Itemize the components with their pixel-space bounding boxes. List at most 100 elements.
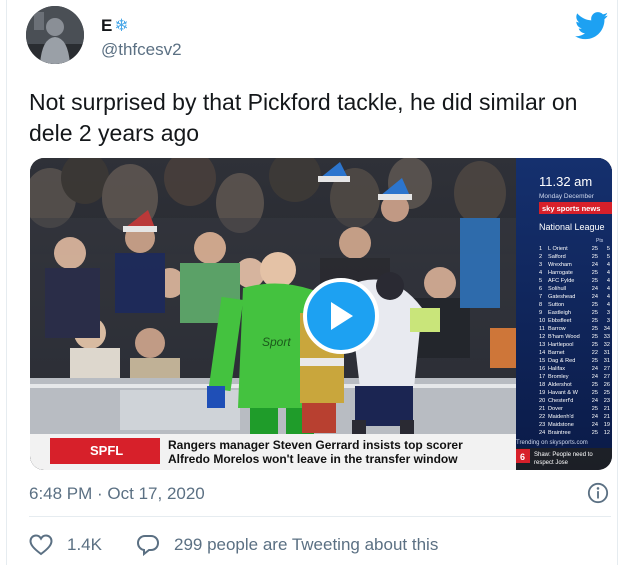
table-points: 31: [604, 350, 610, 356]
table-team: Dover: [548, 406, 563, 412]
table-team: Barrow: [548, 326, 567, 332]
tweet-timestamp[interactable]: 6:48 PM · Oct 17, 2020: [29, 484, 205, 504]
table-pos: 14: [539, 350, 545, 356]
table-team: B'ham Wood: [548, 334, 580, 340]
table-header: Pts: [596, 238, 604, 244]
table-pos: 15: [539, 358, 545, 364]
table-points: 5: [607, 254, 610, 260]
table-team: Havant & W: [548, 390, 579, 396]
table-played: 24: [592, 374, 598, 380]
table-played: 24: [592, 366, 598, 372]
table-played: 24: [592, 422, 598, 428]
table-played: 25: [592, 334, 598, 340]
table-points: 27: [604, 366, 610, 372]
table-pos: 7: [539, 294, 542, 300]
twitter-bird-icon[interactable]: [575, 12, 609, 40]
table-points: 32: [604, 342, 610, 348]
table-played: 25: [592, 246, 598, 252]
table-points: 3: [607, 318, 610, 324]
tweet-card: E ❄ @thfcesv2 Not surprised by that Pickf…: [6, 0, 618, 565]
trending-label: Trending on skysports.com: [516, 440, 588, 446]
ticker-line-2: Alfredo Morelos won't leave in the trans…: [168, 452, 458, 466]
info-icon[interactable]: [587, 482, 609, 504]
table-played: 25: [592, 254, 598, 260]
table-points: 4: [607, 294, 610, 300]
table-played: 25: [592, 382, 598, 388]
table-played: 24: [592, 294, 598, 300]
table-pos: 24: [539, 430, 545, 436]
table-team: Hartlepool: [548, 342, 574, 348]
table-pos: 9: [539, 310, 542, 316]
trending-headline-2: respect Jose: [534, 460, 569, 466]
table-team: Braintree: [548, 430, 571, 436]
table-pos: 16: [539, 366, 545, 372]
table-points: 34: [604, 326, 610, 332]
table-points: 27: [604, 374, 610, 380]
table-pos: 18: [539, 382, 545, 388]
heart-icon[interactable]: [29, 534, 53, 556]
table-played: 24: [592, 414, 598, 420]
table-points: 12: [604, 430, 610, 436]
table-pos: 12: [539, 334, 545, 340]
shirt-logo-text: Sport: [262, 335, 291, 349]
table-pos: 5: [539, 278, 542, 284]
table-pos: 20: [539, 398, 545, 404]
tweet-text: Not surprised by that Pickford tackle, h…: [29, 89, 578, 146]
like-count[interactable]: 1.4K: [67, 535, 102, 555]
table-points: 4: [607, 278, 610, 284]
table-played: 25: [592, 406, 598, 412]
display-name[interactable]: E ❄: [101, 16, 129, 36]
video-player[interactable]: Sport 11.32 am Monday December sky sport…: [30, 158, 612, 470]
table-played: 24: [592, 286, 598, 292]
table-points: 5: [607, 246, 610, 252]
table-points: 4: [607, 270, 610, 276]
table-team: Ebbsfleet: [548, 318, 572, 324]
table-pos: 21: [539, 406, 545, 412]
table-team: AFC Fylde: [548, 278, 574, 284]
reply-bubble-icon[interactable]: [136, 534, 160, 556]
day-text: Monday December: [539, 193, 595, 200]
channel-text: sky sports news: [542, 204, 600, 213]
table-played: 25: [592, 318, 598, 324]
play-button[interactable]: [303, 278, 379, 354]
trending-headline-1: Shaw: People need to: [534, 452, 593, 458]
table-points: 3: [607, 310, 610, 316]
table-points: 31: [604, 358, 610, 364]
table-pos: 3: [539, 262, 542, 268]
table-team: Bromley: [548, 374, 569, 380]
table-played: 25: [592, 310, 598, 316]
snowflake-emoji: ❄: [114, 16, 129, 35]
table-played: 25: [592, 430, 598, 436]
user-handle[interactable]: @thfcesv2: [101, 40, 182, 60]
table-pos: 13: [539, 342, 545, 348]
table-pos: 4: [539, 270, 542, 276]
table-pos: 1: [539, 246, 542, 252]
table-pos: 22: [539, 414, 545, 420]
table-team: Eastleigh: [548, 310, 571, 316]
avatar[interactable]: [26, 6, 84, 64]
table-team: Aldershot: [548, 382, 572, 388]
table-points: 4: [607, 302, 610, 308]
table-played: 25: [592, 278, 598, 284]
table-points: 4: [607, 262, 610, 268]
table-pos: 19: [539, 390, 545, 396]
table-pos: 11: [539, 326, 545, 332]
table-pos: 10: [539, 318, 545, 324]
table-pos: 17: [539, 374, 545, 380]
avatar-image: [26, 6, 84, 64]
tweeting-about-link[interactable]: 299 people are Tweeting about this: [174, 535, 438, 555]
table-team: Wrexham: [548, 262, 572, 268]
table-team: Harrogate: [548, 270, 573, 276]
table-team: Halifax: [548, 366, 565, 372]
table-played: 25: [592, 390, 598, 396]
table-played: 24: [592, 262, 598, 268]
table-team: L Orient: [548, 246, 568, 252]
table-team: Dag & Red: [548, 358, 575, 364]
trending-number: 6: [520, 452, 525, 462]
table-points: 21: [604, 414, 610, 420]
play-icon: [331, 302, 353, 330]
table-played: 25: [592, 302, 598, 308]
table-points: 4: [607, 286, 610, 292]
table-pos: 6: [539, 286, 542, 292]
table-played: 24: [592, 398, 598, 404]
